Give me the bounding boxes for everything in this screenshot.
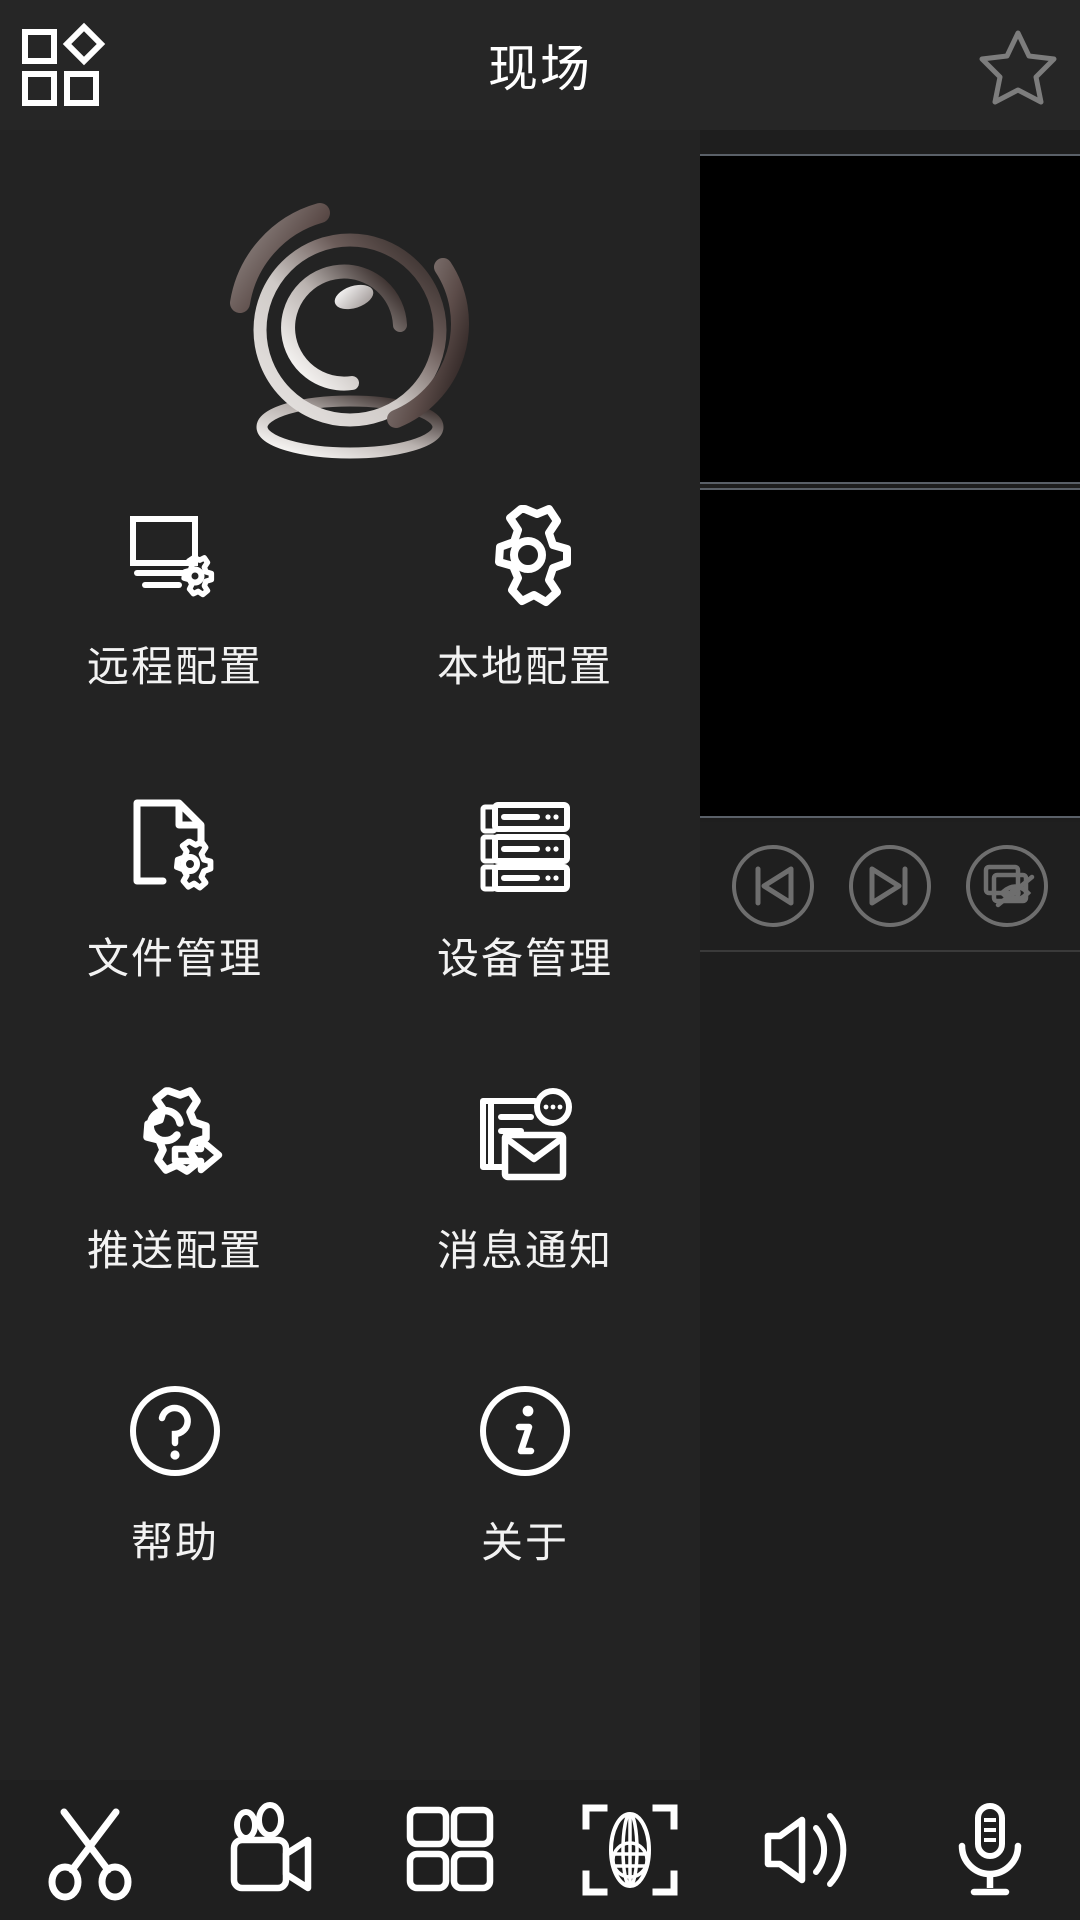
document-gear-icon	[123, 795, 227, 899]
speaker-icon[interactable]	[745, 1790, 875, 1910]
four-grid-layout-icon[interactable]	[385, 1790, 515, 1910]
playback-control-bar	[700, 822, 1080, 952]
star-outline-icon[interactable]	[978, 26, 1058, 106]
menu-item-label: 文件管理	[86, 934, 263, 983]
menu-item-help[interactable]: 帮助	[0, 1361, 350, 1653]
server-rack-icon	[473, 795, 577, 899]
gear-arrow-icon	[123, 1087, 227, 1191]
info-circle-icon	[473, 1379, 577, 1483]
menu-item-label: 远程配置	[86, 642, 263, 691]
menu-item-message-notification[interactable]: 消息通知	[350, 1069, 700, 1361]
video-pane-empty-area	[700, 954, 1080, 1780]
menu-item-file-management[interactable]: 文件管理	[0, 777, 350, 1069]
menu-item-label: 推送配置	[86, 1226, 263, 1275]
app-root: 现场 远程配置 本地配置 文件管理 设备管理 推送配置 消息通知 帮助 关于	[0, 0, 1080, 1920]
menu-item-about[interactable]: 关于	[350, 1361, 700, 1653]
menu-grid: 远程配置 本地配置 文件管理 设备管理 推送配置 消息通知 帮助 关于	[0, 485, 700, 1653]
video-camera-icon[interactable]	[205, 1790, 335, 1910]
video-cell-1[interactable]	[700, 154, 1080, 484]
question-circle-icon	[123, 1379, 227, 1483]
camera-lens-spiral-logo	[0, 160, 700, 490]
document-envelope-icon	[473, 1087, 577, 1191]
video-cell-2[interactable]	[700, 488, 1080, 818]
menu-item-label: 本地配置	[436, 642, 613, 691]
bottom-toolbar	[0, 1780, 1080, 1920]
scissors-icon[interactable]	[25, 1790, 155, 1910]
menu-item-label: 消息通知	[436, 1226, 613, 1275]
menu-item-device-management[interactable]: 设备管理	[350, 777, 700, 1069]
menu-item-push-config[interactable]: 推送配置	[0, 1069, 350, 1361]
gear-icon	[473, 503, 577, 607]
previous-track-icon[interactable]	[728, 841, 818, 931]
scan-globe-icon[interactable]	[565, 1790, 695, 1910]
monitor-gear-icon	[123, 503, 227, 607]
multi-window-preview-icon[interactable]	[962, 841, 1052, 931]
video-pane	[700, 130, 1080, 1780]
menu-pane: 远程配置 本地配置 文件管理 设备管理 推送配置 消息通知 帮助 关于	[0, 130, 700, 1780]
microphone-icon[interactable]	[925, 1790, 1055, 1910]
menu-item-label: 设备管理	[436, 934, 613, 983]
menu-item-label: 关于	[480, 1518, 569, 1567]
menu-item-label: 帮助	[130, 1518, 219, 1567]
menu-item-local-config[interactable]: 本地配置	[350, 485, 700, 777]
app-header: 现场	[0, 0, 1080, 130]
page-title: 现场	[488, 40, 592, 98]
next-track-icon[interactable]	[845, 841, 935, 931]
menu-item-remote-config[interactable]: 远程配置	[0, 485, 350, 777]
